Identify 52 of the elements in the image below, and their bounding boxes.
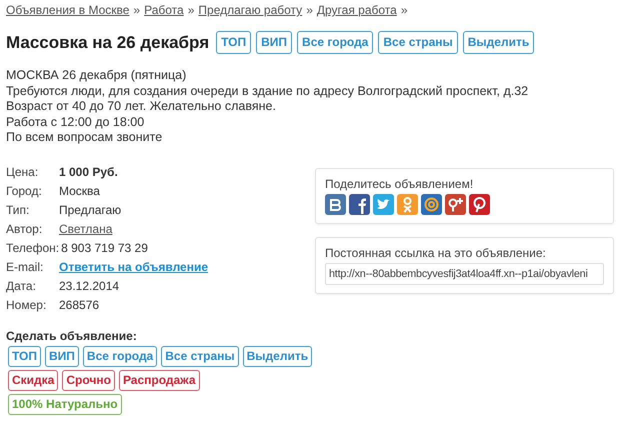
promo-tag-button[interactable]: ТОП (216, 31, 252, 54)
description-line: Возраст от 40 до 70 лет. Желательно славяне. (6, 99, 277, 114)
field-value: 23.12.2014 (59, 279, 120, 293)
promo-tag-button[interactable]: Срочно (62, 370, 115, 390)
promo-tag-button[interactable]: ВИП (256, 31, 292, 54)
promo-tag-button[interactable]: Все страны (161, 346, 239, 366)
field-value: 8 903 719 73 29 (61, 241, 148, 255)
description-line: Требуются люди, для создания очереди в здание по адресу Волгоградский проспект, д.32 (6, 84, 530, 99)
description-line: По всем вопросам звоните (6, 130, 164, 146)
field-value: Москва (59, 184, 100, 198)
breadcrumb-separator: » (306, 3, 313, 17)
breadcrumb-link[interactable]: Другая работа (316, 3, 397, 17)
price-value: 1 000 Руб. (59, 165, 118, 179)
breadcrumb-separator: » (188, 3, 194, 17)
promo-tag-button[interactable]: ТОП (8, 346, 41, 366)
breadcrumb-link[interactable]: Объявления в Москве (6, 3, 130, 17)
vk-share-icon[interactable] (325, 194, 346, 214)
promote-title: Сделать объявление: (6, 328, 138, 342)
ad-title: Массовка на 26 декабря (6, 32, 210, 52)
breadcrumb-separator: » (133, 3, 140, 17)
field-label: Цена: (6, 165, 40, 179)
promo-tag-button[interactable]: Все города (297, 31, 374, 54)
field-label: Телефон: (6, 241, 60, 255)
field-label: Город: (6, 184, 43, 198)
field-label: Номер: (6, 298, 48, 312)
author-link[interactable]: Светлана (59, 222, 112, 236)
field-label: Тип: (6, 203, 30, 217)
promo-tag-button[interactable]: Все города (82, 346, 158, 366)
breadcrumb-link[interactable]: Работа (144, 3, 184, 17)
field-label: Дата: (6, 279, 37, 293)
reply-link[interactable]: Ответить на объявление (59, 260, 208, 274)
field-label: Автор: (6, 222, 44, 236)
permalink-label: Постоянная ссылка на это объявление: (325, 246, 547, 260)
promo-tag-button[interactable]: Скидка (8, 370, 58, 390)
field-label: E-mail: (6, 260, 44, 274)
breadcrumb-separator: » (400, 3, 408, 17)
permalink-field[interactable]: http://xn--80abbembcyvesfij3at4loa4ff.xn--p1ai/obyavleni (325, 262, 604, 284)
promo-tag-button[interactable]: Выделить (462, 31, 534, 54)
share-title: Поделитесь объявлением! (325, 176, 474, 190)
promo-tag-button[interactable]: 100% Натурально (8, 394, 122, 414)
field-value: 268576 (59, 298, 100, 312)
description-line: Работа с 12:00 до 18:00 (6, 114, 146, 130)
promo-tag-button[interactable]: ВИП (45, 346, 79, 366)
gplus-share-icon[interactable] (445, 194, 466, 214)
promo-tag-button[interactable]: Все страны (378, 31, 458, 54)
pinterest-share-icon[interactable] (469, 194, 490, 214)
promo-tag-button[interactable]: Выделить (242, 346, 312, 366)
breadcrumb-link[interactable]: Предлагаю работу (198, 3, 302, 17)
facebook-share-icon[interactable] (349, 194, 370, 214)
field-value: Предлагаю (59, 203, 122, 217)
description-line: МОСКВА 26 декабря (пятница) (6, 68, 188, 84)
promo-tag-button[interactable]: Распродажа (118, 370, 200, 390)
